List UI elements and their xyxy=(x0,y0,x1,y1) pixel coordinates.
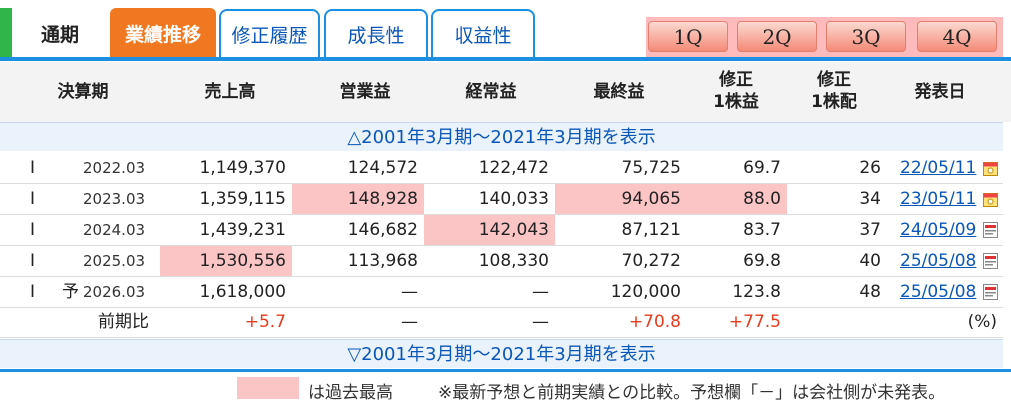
pdf-icon[interactable] xyxy=(983,222,998,238)
legend-text: は過去最高 xyxy=(308,383,393,403)
cell-sales: 1,149,370 xyxy=(199,158,286,178)
yoy-ratio-row: 前期比 +5.7 — — +70.8 +77.5 (%) xyxy=(0,307,1003,338)
cell-op: 124,572 xyxy=(347,158,418,178)
row-type: I xyxy=(30,251,36,271)
cell-eps: 88.0 xyxy=(687,184,787,214)
row-period: 2023.03 xyxy=(83,190,146,208)
table-row: I 2025.03 1,530,556 113,968 108,330 70,272 69.… xyxy=(0,246,1003,277)
row-period: 2022.03 xyxy=(83,159,146,177)
ratio-ordinary-profit: — xyxy=(532,312,549,332)
table-bottom-border xyxy=(0,369,1011,372)
ratio-operating-profit: — xyxy=(401,312,418,332)
announce-date-link[interactable]: 25/05/08 xyxy=(900,277,982,307)
ratio-eps: +77.5 xyxy=(728,312,781,332)
header-eps-line1: 修正 xyxy=(719,70,753,90)
cell-eps: 83.7 xyxy=(743,220,781,240)
row-period: 2024.03 xyxy=(83,221,146,239)
table-row: I 2024.03 1,439,231 146,682 142,043 87,121 83.… xyxy=(0,215,1003,246)
legend-note: ※最新予想と前期実績との比較。予想欄「－」は会社側が未発表。 xyxy=(438,383,946,403)
header-dividend-line2: 1株配 xyxy=(811,92,857,112)
tab-growth[interactable]: 成長性 xyxy=(324,9,428,58)
announce-date-link[interactable]: 25/05/08 xyxy=(900,246,982,276)
cell-eps: 69.8 xyxy=(743,251,781,271)
cell-dividend: 26 xyxy=(859,158,881,178)
cell-dividend: 37 xyxy=(859,220,881,240)
legend-swatch xyxy=(237,377,299,399)
table-row: I 予 2026.03 1,618,000 — — 120,000 123.8 48 25/05/… xyxy=(0,277,1003,308)
row-type: I xyxy=(30,158,36,178)
quarter-button-1q[interactable]: 1Q xyxy=(648,21,728,52)
header-operating-profit: 営業益 xyxy=(339,82,391,102)
header-period: 決算期 xyxy=(57,82,109,102)
row-type: I xyxy=(30,189,36,209)
cell-eps: 123.8 xyxy=(732,282,781,302)
tab-annual[interactable]: 通期 xyxy=(14,8,106,58)
cell-ord: 108,330 xyxy=(478,251,549,271)
header-ordinary-profit: 経常益 xyxy=(465,82,517,102)
tab-underline xyxy=(0,57,1011,61)
cell-op: 146,682 xyxy=(347,220,418,240)
header-eps-line2: 1株益 xyxy=(713,92,759,112)
ratio-net-profit: +70.8 xyxy=(628,312,681,332)
header-net-profit: 最終益 xyxy=(593,82,645,102)
show-history-link-bottom[interactable]: ▽2001年3月期～2021年3月期を表示 xyxy=(0,339,1003,368)
cell-net: 87,121 xyxy=(621,220,681,240)
cell-ord: 122,472 xyxy=(478,158,549,178)
row-type: I xyxy=(30,282,36,302)
calendar-icon[interactable] xyxy=(983,191,998,207)
cell-net: 120,000 xyxy=(610,282,681,302)
table-header: 決算期 売上高 営業益 経常益 最終益 修正 1株益 修正 1株配 発表日 xyxy=(0,62,1011,122)
row-type: I xyxy=(30,220,36,240)
announce-date-link[interactable]: 23/05/11 xyxy=(900,184,982,214)
tab-earnings-trend[interactable]: 業績推移 xyxy=(110,8,216,58)
row-period: 2026.03 xyxy=(83,283,146,301)
table-row: I 2022.03 1,149,370 124,572 122,472 75,725 69.… xyxy=(0,153,1003,184)
pdf-icon[interactable] xyxy=(983,253,998,269)
quarter-button-group: 1Q 2Q 3Q 4Q xyxy=(646,17,1003,57)
cell-dividend: 34 xyxy=(859,189,881,209)
ratio-sales: +5.7 xyxy=(244,312,286,332)
cell-op: 113,968 xyxy=(347,251,418,271)
header-dividend-line1: 修正 xyxy=(817,70,851,90)
forecast-mark xyxy=(62,184,82,214)
calendar-icon[interactable] xyxy=(983,160,998,176)
tab-profitability[interactable]: 収益性 xyxy=(431,9,535,58)
show-history-link[interactable]: △2001年3月期～2021年3月期を表示 xyxy=(0,122,1003,151)
announce-date-link[interactable]: 24/05/09 xyxy=(900,215,982,245)
header-sales: 売上高 xyxy=(204,82,256,102)
announce-date-link[interactable]: 22/05/11 xyxy=(900,153,982,183)
pdf-icon[interactable] xyxy=(983,284,998,300)
forecast-mark: 予 xyxy=(62,282,79,302)
table-row: I 2023.03 1,359,115 148,928 140,033 94,065 88.… xyxy=(0,184,1003,215)
forecast-mark xyxy=(62,215,82,245)
cell-dividend: 48 xyxy=(859,282,881,302)
cell-sales: 1,530,556 xyxy=(160,246,292,276)
quarter-button-2q[interactable]: 2Q xyxy=(737,21,817,52)
ratio-unit: (%) xyxy=(967,312,997,332)
cell-sales: 1,359,115 xyxy=(199,189,286,209)
quarter-button-4q[interactable]: 4Q xyxy=(917,21,997,52)
cell-ord: 142,043 xyxy=(424,215,555,245)
cell-net: 75,725 xyxy=(621,158,681,178)
cell-eps: 69.7 xyxy=(743,158,781,178)
cell-net: 70,272 xyxy=(621,251,681,271)
active-indicator xyxy=(0,8,12,58)
tab-bar: 通期 業績推移 修正履歴 成長性 収益性 1Q 2Q 3Q 4Q xyxy=(0,0,1011,61)
header-announce-date: 発表日 xyxy=(914,82,966,102)
cell-dividend: 40 xyxy=(859,251,881,271)
cell-sales: 1,618,000 xyxy=(199,282,286,302)
cell-sales: 1,439,231 xyxy=(199,220,286,240)
cell-op: — xyxy=(401,282,418,302)
cell-op: 148,928 xyxy=(292,184,424,214)
quarter-button-3q[interactable]: 3Q xyxy=(826,21,906,52)
forecast-mark xyxy=(62,246,82,276)
cell-ord: 140,033 xyxy=(478,189,549,209)
row-period: 2025.03 xyxy=(83,252,146,270)
forecast-mark xyxy=(62,153,82,183)
cell-ord: — xyxy=(532,282,549,302)
cell-net: 94,065 xyxy=(555,184,687,214)
tab-revision-history[interactable]: 修正履歴 xyxy=(219,9,320,58)
